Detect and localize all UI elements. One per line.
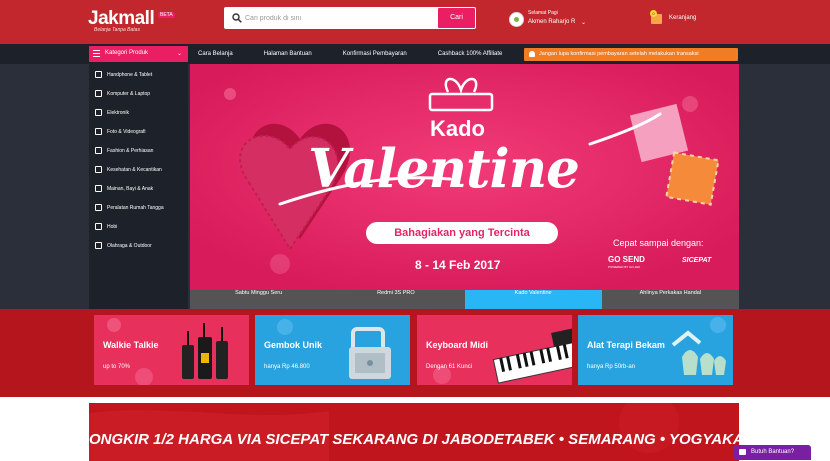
sidebar-item-handphone[interactable]: Handphone & Tablet xyxy=(89,66,188,85)
midi-keyboard-image xyxy=(433,328,572,384)
beta-badge: BETA xyxy=(158,12,175,18)
phone-icon xyxy=(95,71,102,78)
promo-card-title: Walkie Talkie xyxy=(103,340,159,350)
nav-link-konfirmasi-pembayaran[interactable]: Konfirmasi Pembayaran xyxy=(335,46,407,62)
sidebar-item-label: Kesehatan & Kecantikan xyxy=(107,167,162,173)
tab-redmi-3s-pro[interactable]: Redmi 3S PRO xyxy=(327,290,464,309)
category-label: Kategori Produk xyxy=(105,50,149,56)
sidebar-item-komputer[interactable]: Komputer & Laptop xyxy=(89,85,188,104)
notice-text: Jangan lupa konfirmasi pembayaran setela… xyxy=(539,51,699,57)
sidebar-item-rumah-tangga[interactable]: Peralatan Rumah Tangga xyxy=(89,199,188,218)
tv-icon xyxy=(95,109,102,116)
gosend-sublabel: POWERED BY GO-JEK xyxy=(608,265,641,269)
tab-kado-valentine[interactable]: Kado Valentine xyxy=(464,290,602,309)
hero-valentine-text: Valentine xyxy=(308,138,580,200)
tab-ahlinya-perkakas[interactable]: Ahlinya Perkakas Handal xyxy=(602,290,739,309)
cart-button[interactable]: 0 Keranjang xyxy=(650,10,711,27)
category-menu-button[interactable]: Kategori Produk ⌄ xyxy=(89,46,188,62)
sidebar-item-olahraga[interactable]: Olahraga & Outdoor xyxy=(89,237,188,256)
cupping-set-image xyxy=(671,317,726,375)
hobby-icon xyxy=(95,223,102,230)
home-icon xyxy=(95,204,102,211)
diamond-icon xyxy=(95,147,102,154)
hamburger-icon xyxy=(93,50,100,57)
chat-icon xyxy=(739,449,746,455)
promo-card-gembok-unik[interactable]: Gembok Unik hanya Rp 46.800 xyxy=(255,315,410,385)
nav-link-cashback-affiliate[interactable]: Cashback 100% Affiliate xyxy=(430,46,503,62)
promo-strip: Walkie Talkie up to 70% Gembok Unik hany… xyxy=(0,309,830,397)
sidebar-item-elektronik[interactable]: Elektronik xyxy=(89,104,188,123)
header: Jakmall BETA Belanja Tanpa Batas Cari Se… xyxy=(0,0,830,44)
sidebar-item-label: Olahraga & Outdoor xyxy=(107,243,152,249)
promo-card-title: Alat Terapi Bekam xyxy=(587,340,665,350)
tab-sabtu-minggu-seru[interactable]: Sabtu Minggu Seru xyxy=(190,290,327,309)
cart-label: Keranjang xyxy=(669,15,697,21)
promo-card-subtitle: hanya Rp 50rb-an xyxy=(587,364,636,370)
ongkir-banner-text: ONGKIR 1/2 HARGA VIA SICEPAT SEKARANG DI… xyxy=(89,431,739,448)
payment-notice[interactable]: Jangan lupa konfirmasi pembayaran setela… xyxy=(524,48,738,61)
nav-link-halaman-bantuan[interactable]: Halaman Bantuan xyxy=(256,46,312,62)
logo-tagline: Belanja Tanpa Batas xyxy=(94,27,140,33)
help-button-label: Butuh Bantuan? xyxy=(751,449,795,455)
nav-bar: Kategori Produk ⌄ Cara Belanja Halaman B… xyxy=(0,44,830,64)
sidebar-item-foto[interactable]: Foto & Videografi xyxy=(89,123,188,142)
sidebar-item-fashion[interactable]: Fashion & Perhiasan xyxy=(89,142,188,161)
hero-date: 8 - 14 Feb 2017 xyxy=(415,258,501,272)
user-name: Akmen Raharjo R xyxy=(528,19,576,25)
camera-icon xyxy=(95,128,102,135)
banner-tabs: Sabtu Minggu Seru Redmi 3S PRO Kado Vale… xyxy=(190,290,739,309)
user-menu[interactable]: Selamat Pagi Akmen Raharjo R ⌄ xyxy=(509,10,599,32)
help-chat-button[interactable]: Butuh Bantuan? xyxy=(733,445,811,460)
sidebar-item-label: Foto & Videografi xyxy=(107,129,146,135)
chevron-down-icon: ⌄ xyxy=(581,20,587,26)
promo-card-subtitle: Dengan 61 Kunci xyxy=(426,364,473,370)
hero-delivery-label: Cepat sampai dengan: xyxy=(613,238,704,248)
hero-banner[interactable]: Kado Valentine Bahagiakan yang Tercinta … xyxy=(190,64,739,290)
promo-card-alat-terapi-bekam[interactable]: Alat Terapi Bekam hanya Rp 50rb-an xyxy=(578,315,733,385)
gosend-logo: GO SEND xyxy=(608,255,645,264)
laptop-icon xyxy=(95,90,102,97)
walkie-talkie-image xyxy=(107,318,228,385)
promo-card-subtitle: up to 70% xyxy=(103,364,131,370)
sidebar-item-label: Hobi xyxy=(107,224,118,230)
chevron-down-icon: ⌄ xyxy=(176,51,182,57)
category-sidebar: Handphone & Tablet Komputer & Laptop Ele… xyxy=(89,64,188,310)
sicepat-logo: SICEPAT xyxy=(682,257,712,264)
nav-links: Cara Belanja Halaman Bantuan Konfirmasi … xyxy=(190,46,525,62)
jakmall-logo[interactable]: Jakmall BETA Belanja Tanpa Batas xyxy=(88,8,175,34)
cart-count-badge: 0 xyxy=(650,10,657,17)
sidebar-item-label: Fashion & Perhiasan xyxy=(107,148,154,154)
sidebar-item-label: Mainan, Bayi & Anak xyxy=(107,186,154,192)
bell-icon xyxy=(529,51,535,57)
sidebar-item-label: Handphone & Tablet xyxy=(107,72,153,78)
sidebar-item-label: Peralatan Rumah Tangga xyxy=(107,205,164,211)
sidebar-item-mainan[interactable]: Mainan, Bayi & Anak xyxy=(89,180,188,199)
sidebar-item-label: Elektronik xyxy=(107,110,129,116)
nav-link-cara-belanja[interactable]: Cara Belanja xyxy=(190,46,233,62)
padlock-image xyxy=(277,319,391,379)
promo-card-subtitle: hanya Rp 46.800 xyxy=(264,364,310,370)
greeting-text: Selamat Pagi xyxy=(528,10,558,16)
promo-card-title: Keyboard Midi xyxy=(426,340,489,350)
promo-card-title: Gembok Unik xyxy=(264,340,323,350)
search-bar: Cari xyxy=(224,7,476,29)
search-button[interactable]: Cari xyxy=(438,8,475,28)
search-input[interactable] xyxy=(245,10,441,26)
hero-tagline: Bahagiakan yang Tercinta xyxy=(366,222,558,244)
search-icon xyxy=(232,13,242,23)
sidebar-item-label: Komputer & Laptop xyxy=(107,91,151,97)
promo-card-keyboard-midi[interactable]: Keyboard Midi Dengan 61 Kunci xyxy=(417,315,572,385)
heart-icon xyxy=(95,166,102,173)
sidebar-item-kesehatan[interactable]: Kesehatan & Kecantikan xyxy=(89,161,188,180)
promo-card-walkie-talkie[interactable]: Walkie Talkie up to 70% xyxy=(94,315,249,385)
sport-icon xyxy=(95,242,102,249)
ongkir-promo-banner[interactable]: ONGKIR 1/2 HARGA VIA SICEPAT SEKARANG DI… xyxy=(89,403,739,461)
sidebar-item-hobi[interactable]: Hobi xyxy=(89,218,188,237)
avatar xyxy=(509,12,524,27)
toy-icon xyxy=(95,185,102,192)
